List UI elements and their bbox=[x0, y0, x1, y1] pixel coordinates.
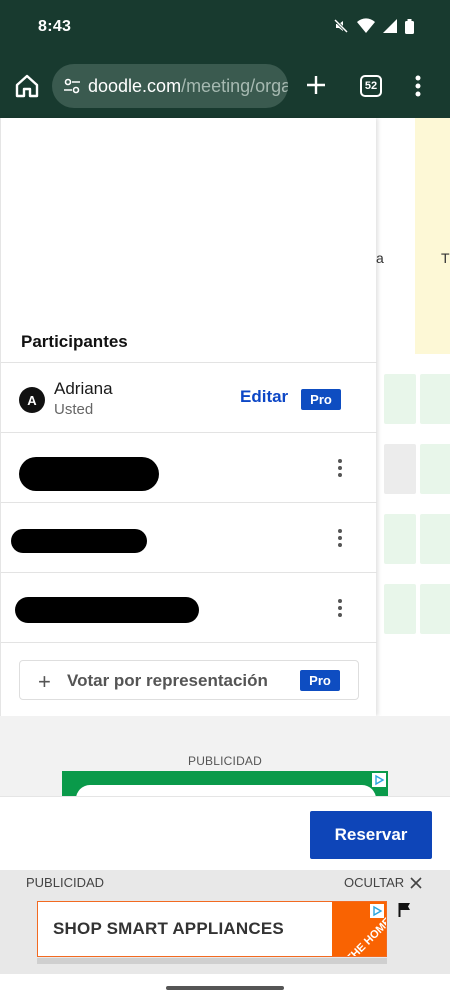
banner-text: SHOP SMART APPLIANCES bbox=[53, 919, 284, 938]
proxy-vote-label: Votar por representación bbox=[67, 671, 268, 690]
tab-switcher-button[interactable]: 52 bbox=[360, 75, 382, 97]
browser-toolbar: doodle.com/meeting/organize 52 bbox=[0, 56, 450, 118]
home-handle[interactable] bbox=[166, 986, 284, 990]
status-time: 8:43 bbox=[38, 18, 72, 35]
avatar-initial: A bbox=[27, 392, 37, 408]
more-options-icon[interactable] bbox=[336, 459, 344, 479]
participant-name: Adriana bbox=[54, 379, 113, 398]
pro-badge: Pro bbox=[300, 670, 340, 691]
more-options-icon[interactable] bbox=[336, 599, 344, 619]
battery-icon bbox=[405, 18, 414, 34]
participant-row[interactable] bbox=[1, 432, 377, 502]
participants-panel: Participantes A Adriana Usted Editar Pro… bbox=[0, 118, 377, 716]
hide-ad-label: OCULTAR bbox=[344, 875, 405, 890]
vote-cell[interactable] bbox=[420, 584, 450, 634]
banner-shadow bbox=[37, 958, 387, 964]
home-depot-banner[interactable]: SHOP SMART APPLIANCES THE HOME DEPOT bbox=[37, 901, 387, 957]
column-header-partial: T bbox=[441, 250, 450, 266]
vote-cell[interactable] bbox=[420, 444, 450, 494]
vote-cell[interactable] bbox=[384, 514, 416, 564]
proxy-vote-button[interactable]: + Votar por representación Pro bbox=[19, 660, 359, 700]
edit-button[interactable]: Editar bbox=[240, 387, 288, 407]
close-icon bbox=[410, 876, 422, 889]
ad-area: PUBLICIDAD bbox=[0, 716, 450, 796]
status-bar: 8:43 bbox=[0, 0, 450, 56]
mute-icon bbox=[333, 18, 349, 34]
redacted-name bbox=[19, 457, 159, 491]
participant-row[interactable] bbox=[1, 502, 377, 572]
wifi-icon bbox=[357, 18, 375, 33]
reserve-button[interactable]: Reservar bbox=[310, 811, 432, 859]
column-header-partial: a bbox=[376, 250, 384, 266]
action-bar: Reservar bbox=[0, 796, 450, 870]
redacted-name bbox=[15, 597, 199, 623]
url-bar[interactable]: doodle.com/meeting/organize bbox=[52, 64, 288, 108]
plus-icon: + bbox=[38, 669, 51, 694]
url-domain: doodle.com bbox=[88, 76, 182, 96]
adchoices-icon[interactable] bbox=[370, 904, 384, 918]
hide-ad-button[interactable]: OCULTAR bbox=[344, 875, 422, 890]
bottom-ad: PUBLICIDAD OCULTAR SHOP SMART APPLIANCES… bbox=[0, 870, 450, 974]
vote-cell[interactable] bbox=[420, 374, 450, 424]
ad-banner-inner bbox=[76, 785, 376, 796]
vote-cell[interactable] bbox=[384, 444, 416, 494]
tab-count: 52 bbox=[364, 80, 378, 92]
vote-cell[interactable] bbox=[384, 374, 416, 424]
ad-banner[interactable] bbox=[62, 771, 388, 796]
overflow-menu-icon[interactable] bbox=[414, 74, 422, 98]
url-text: doodle.com/meeting/organize bbox=[88, 76, 288, 97]
avatar: A bbox=[19, 387, 45, 413]
pro-badge: Pro bbox=[301, 389, 341, 410]
new-tab-icon[interactable] bbox=[303, 72, 329, 98]
highlighted-column bbox=[415, 118, 450, 354]
status-icons bbox=[333, 18, 414, 34]
adchoices-icon[interactable] bbox=[372, 773, 386, 787]
more-options-icon[interactable] bbox=[336, 529, 344, 549]
home-icon[interactable] bbox=[14, 73, 40, 99]
page-content: a T Participantes A Adriana Usted Editar… bbox=[0, 118, 450, 716]
redacted-name bbox=[11, 529, 147, 553]
participant-row[interactable] bbox=[1, 572, 377, 642]
participants-heading: Participantes bbox=[21, 332, 128, 351]
bottom-ad-label: PUBLICIDAD bbox=[26, 875, 105, 890]
site-settings-icon[interactable] bbox=[62, 76, 82, 96]
gesture-nav-bar bbox=[0, 974, 450, 1000]
vote-cell[interactable] bbox=[384, 584, 416, 634]
signal-icon bbox=[383, 19, 397, 33]
vote-cell[interactable] bbox=[420, 514, 450, 564]
participant-row-self[interactable]: A Adriana Usted Editar Pro bbox=[1, 362, 377, 432]
url-path: /meeting/organize bbox=[181, 76, 288, 96]
participant-subtitle: Usted bbox=[54, 401, 94, 418]
report-ad-flag-icon[interactable] bbox=[398, 902, 412, 918]
ad-label: PUBLICIDAD bbox=[187, 754, 263, 768]
